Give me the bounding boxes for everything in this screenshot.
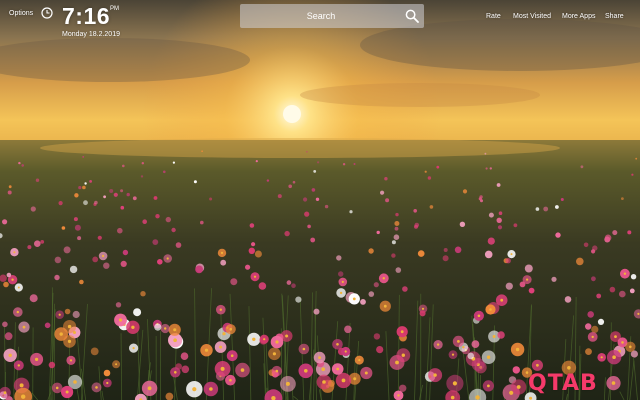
- clock-time: 7:16: [62, 3, 111, 29]
- clock-icon[interactable]: [41, 7, 53, 19]
- nav-share-link[interactable]: Share: [605, 13, 624, 20]
- search-box: [240, 4, 424, 28]
- nav-most-visited-link[interactable]: Most Visited: [513, 13, 551, 20]
- top-bar: Options 7:16 PM Monday 18.2.2019 Rate Mo…: [0, 0, 640, 40]
- clock-ampm: PM: [110, 6, 119, 12]
- wallpaper-background: [0, 0, 640, 400]
- search-icon[interactable]: [405, 9, 419, 23]
- clock-date: Monday 18.2.2019: [62, 31, 120, 38]
- options-button[interactable]: Options: [9, 10, 33, 17]
- nav-more-apps-link[interactable]: More Apps: [562, 13, 595, 20]
- qtab-logo[interactable]: QTAB: [528, 371, 598, 396]
- search-input[interactable]: [246, 7, 396, 25]
- nav-rate-link[interactable]: Rate: [486, 13, 501, 20]
